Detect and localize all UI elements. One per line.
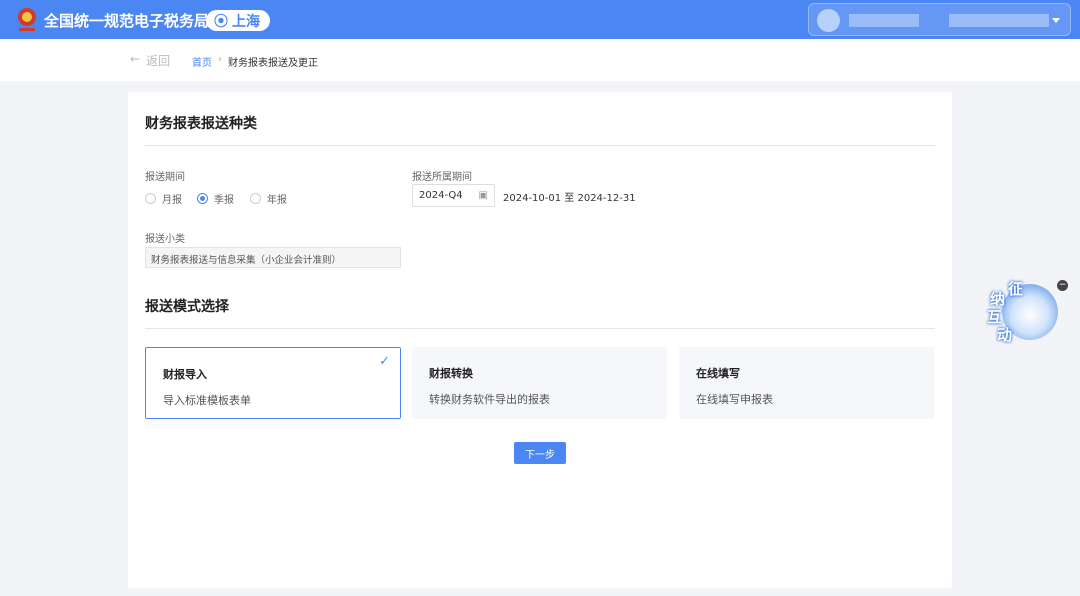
national-emblem-icon: [18, 8, 36, 31]
user-avatar-icon: [817, 9, 840, 32]
radio-quarterly[interactable]: 季报: [197, 191, 234, 206]
mode-desc: 转换财务软件导出的报表: [429, 393, 550, 406]
quarter-value: 2024-Q4: [419, 190, 463, 201]
interaction-widget[interactable]: 征 纳 互 动 −: [982, 278, 1068, 348]
radio-circle: [250, 193, 261, 204]
divider: [145, 145, 935, 146]
back-label: 返回: [146, 54, 171, 68]
mode-card-online[interactable]: 在线填写在线填写申报表: [679, 347, 934, 419]
radio-circle: [145, 193, 156, 204]
next-step-button[interactable]: 下一步: [514, 442, 566, 464]
breadcrumb-home[interactable]: 首页: [192, 54, 212, 69]
radio-yearly[interactable]: 年报: [250, 191, 287, 206]
check-icon: ✓: [379, 354, 390, 369]
date-range: 2024-10-01 至 2024-12-31: [503, 193, 636, 204]
main-card: 财务报表报送种类 报送期间 月报 季报 年报 报送所属期间 2024-Q4 ▣ 2…: [128, 92, 952, 588]
mode-card-import[interactable]: 财报导入导入标准模板表单 ✓: [145, 347, 401, 419]
widget-char: 动: [997, 326, 1013, 344]
user-menu[interactable]: [808, 3, 1071, 36]
radio-circle-selected: [197, 193, 208, 204]
quarter-picker[interactable]: 2024-Q4 ▣: [412, 184, 495, 207]
arrow-left-icon: ←: [130, 52, 141, 66]
city-label: 上海: [232, 13, 260, 30]
subtype-label: 报送小类: [145, 234, 185, 245]
radio-label: 年报: [267, 195, 287, 206]
widget-char: 征: [1008, 280, 1024, 298]
mode-desc: 在线填写申报表: [696, 393, 773, 406]
back-button[interactable]: ← 返回: [130, 52, 170, 69]
collapse-widget-icon[interactable]: −: [1057, 280, 1068, 291]
calendar-icon: ▣: [478, 190, 488, 201]
breadcrumb-separator: ›: [218, 54, 222, 65]
redacted-company: [949, 14, 1049, 27]
section-title-type: 财务报表报送种类: [145, 116, 257, 132]
top-header: 全国统一规范电子税务局 ⦿ 上海: [0, 0, 1080, 39]
site-title: 全国统一规范电子税务局: [44, 12, 210, 30]
breadcrumb: 首页 › 财务报表报送及更正: [192, 54, 318, 69]
period-label: 报送期间: [145, 172, 185, 183]
location-pin-icon: ⦿: [214, 13, 228, 30]
belong-period-label: 报送所属期间: [412, 172, 472, 183]
mode-desc: 导入标准模板表单: [163, 394, 251, 407]
divider: [145, 328, 935, 329]
radio-label: 季报: [214, 195, 234, 206]
breadcrumb-current: 财务报表报送及更正: [228, 58, 318, 69]
radio-monthly[interactable]: 月报: [145, 191, 182, 206]
section-title-mode: 报送模式选择: [145, 299, 229, 315]
redacted-username: [849, 14, 919, 27]
mode-title: 财报转换: [429, 367, 473, 380]
mode-title: 财报导入: [163, 368, 207, 381]
caret-down-icon: [1052, 18, 1060, 27]
mode-title: 在线填写: [696, 367, 740, 380]
radio-label: 月报: [162, 195, 182, 206]
city-selector[interactable]: ⦿ 上海: [206, 10, 270, 31]
mode-card-convert[interactable]: 财报转换转换财务软件导出的报表: [412, 347, 667, 419]
subtype-field: 财务报表报送与信息采集（小企业会计准则）: [145, 247, 401, 268]
